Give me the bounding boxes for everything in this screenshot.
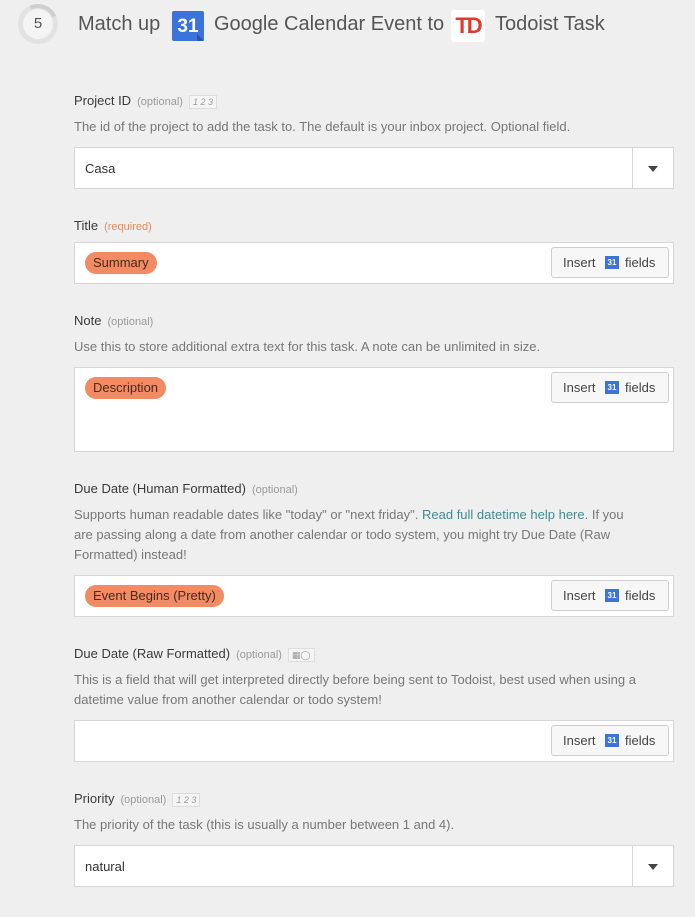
todoist-icon: TD	[451, 10, 485, 42]
google-calendar-icon: 31	[172, 11, 204, 41]
trigger-label: Google Calendar Event to	[214, 13, 445, 35]
project-id-select[interactable]: Casa	[74, 147, 674, 189]
optional-tag: (optional)	[120, 794, 167, 806]
google-calendar-icon: 31	[605, 381, 619, 394]
title-input[interactable]: Summary Insert 31 fields	[74, 242, 674, 284]
optional-tag: (optional)	[236, 649, 282, 661]
number-badge: 1 2 3	[188, 95, 217, 109]
select-value: natural	[85, 859, 125, 874]
google-calendar-icon: 31	[605, 589, 619, 602]
field-pill[interactable]: Description	[85, 377, 167, 399]
due-date-human-label-row: Due Date (Human Formatted) (optional)	[74, 480, 674, 498]
dropdown-caret-icon[interactable]	[632, 846, 673, 886]
note-label-row: Note (optional)	[74, 312, 674, 330]
note-help: Use this to store additional extra text …	[74, 339, 541, 354]
field-label: Priority	[74, 791, 115, 806]
number-badge: 1 2 3	[172, 793, 201, 807]
due-date-raw-help: This is a field that will get interprete…	[74, 672, 636, 707]
google-calendar-icon: 31	[605, 734, 619, 747]
optional-tag: (optional)	[137, 96, 183, 108]
field-label: Title	[74, 218, 99, 233]
calendar-clock-icon: ▦◯	[287, 648, 315, 662]
action-label: Todoist Task	[495, 13, 605, 35]
google-calendar-icon: 31	[605, 256, 619, 269]
select-value: Casa	[85, 161, 116, 176]
step-number: 5	[23, 9, 53, 39]
field-label: Due Date (Raw Formatted)	[74, 646, 231, 661]
due-date-human-help: Supports human readable dates like "toda…	[74, 507, 624, 562]
optional-tag: (optional)	[107, 316, 154, 328]
insert-fields-button[interactable]: Insert 31 fields	[551, 372, 669, 403]
required-tag: (required)	[104, 221, 152, 233]
project-id-help: The id of the project to add the task to…	[74, 119, 571, 134]
due-date-raw-input[interactable]: Insert 31 fields	[74, 720, 674, 762]
priority-label-row: Priority (optional) 1 2 3	[74, 790, 674, 808]
insert-fields-button[interactable]: Insert 31 fields	[551, 725, 669, 756]
field-label: Project ID	[74, 93, 132, 108]
project-id-label-row: Project ID (optional) 1 2 3	[74, 92, 674, 110]
step-progress-circle: 5	[12, 0, 64, 50]
priority-select[interactable]: natural	[74, 845, 674, 887]
due-date-raw-label-row: Due Date (Raw Formatted) (optional) ▦◯	[74, 645, 674, 663]
match-up-text: Match up	[78, 13, 161, 35]
title-label-row: Title (required)	[74, 217, 674, 235]
priority-help: The priority of the task (this is usuall…	[74, 817, 455, 832]
step-header: 5 Match up 31 Google Calendar Event to T…	[0, 0, 695, 52]
field-label: Due Date (Human Formatted)	[74, 481, 246, 496]
insert-fields-button[interactable]: Insert 31 fields	[551, 247, 669, 278]
due-date-human-input[interactable]: Event Begins (Pretty) Insert 31 fields	[74, 575, 674, 617]
note-textarea[interactable]: Description Insert 31 fields	[74, 367, 674, 452]
field-label: Note	[74, 313, 102, 328]
datetime-help-link[interactable]: Read full datetime help here.	[422, 507, 588, 522]
field-pill[interactable]: Summary	[85, 252, 157, 274]
field-pill[interactable]: Event Begins (Pretty)	[85, 585, 224, 607]
dropdown-caret-icon[interactable]	[632, 148, 673, 188]
optional-tag: (optional)	[251, 484, 298, 496]
insert-fields-button[interactable]: Insert 31 fields	[551, 580, 669, 611]
